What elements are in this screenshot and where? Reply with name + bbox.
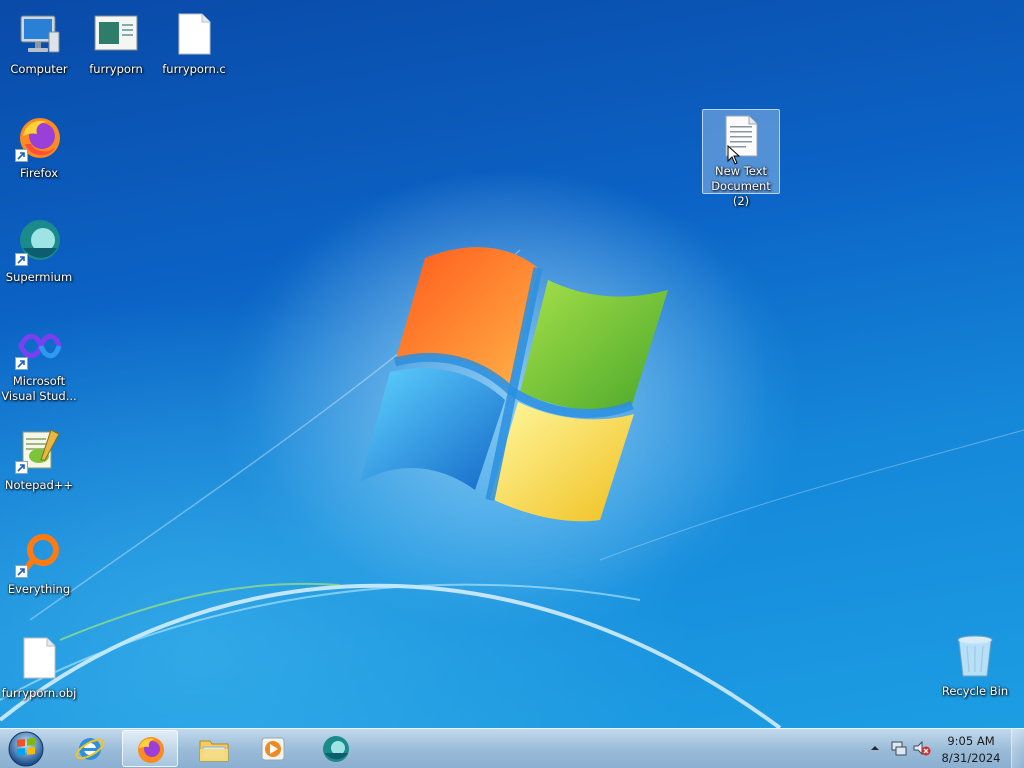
blank-file-icon [170,10,218,58]
desktop-icon-label: Everything [7,582,71,596]
desktop-icon-label: furryporn.c [162,62,226,76]
firefox-icon [15,114,63,162]
image-file-icon [92,10,140,58]
firefox-icon [138,737,164,763]
desktop-icon-label: Recycle Bin [941,684,1009,698]
computer-icon [15,10,63,58]
taskbar-media-player[interactable] [245,730,301,767]
desktop-icon-notepadpp[interactable]: Notepad++ [1,424,77,493]
taskbar-internet-explorer[interactable] [62,730,118,767]
media-player-icon [261,737,285,761]
desktop-icon-label: furryporn.obj [1,686,77,700]
notification-area: 9:05 AM 8/31/2024 [854,729,1024,768]
wallpaper-windows-logo [0,170,1024,728]
windows-start-orb-icon [8,731,44,767]
show-desktop-button[interactable] [1011,729,1024,768]
mouse-cursor-icon [727,145,741,165]
internet-explorer-icon [75,738,105,760]
volume-muted-icon[interactable] [912,739,932,757]
desktop-icon-furryporn-obj[interactable]: furryporn.obj [1,632,77,701]
desktop-icon-label: Notepad++ [4,478,74,492]
desktop-icon-furryporn[interactable]: furryporn [78,8,154,77]
everything-search-icon [15,530,63,578]
taskbar-firefox[interactable] [122,730,178,767]
supermium-icon [15,218,63,266]
taskbar-windows-explorer[interactable] [185,730,241,767]
desktop-icon-label: Microsoft Visual Stud... [1,374,77,403]
desktop-icon-label: Supermium [5,270,73,284]
desktop-icon-label: furryporn [89,62,143,76]
show-hidden-icons-chevron-icon[interactable] [870,743,880,753]
clock-time[interactable]: 9:05 AM [936,734,1006,748]
visual-studio-icon [15,322,63,370]
shortcut-arrow-icon [15,565,28,578]
shortcut-arrow-icon [15,253,28,266]
desktop[interactable]: Computer furryporn furryporn.c Firefox S… [0,0,1024,728]
desktop-icon-visual-studio[interactable]: Microsoft Visual Stud... [1,320,77,404]
desktop-icon-label: Computer [10,62,68,76]
desktop-icon-label: New Text Document (2) [711,164,771,208]
desktop-icon-everything[interactable]: Everything [1,528,77,597]
desktop-icon-supermium[interactable]: Supermium [1,216,77,285]
desktop-icon-furryporn-c[interactable]: furryporn.c [156,8,232,77]
blank-file-icon [15,634,63,682]
notepadpp-icon [15,426,63,474]
taskbar-supermium[interactable] [308,730,364,767]
supermium-icon [323,736,349,762]
taskbar: 9:05 AM 8/31/2024 [0,728,1024,768]
shortcut-arrow-icon [15,461,28,474]
desktop-icon-new-text-document[interactable]: New Text Document (2) [702,109,780,208]
clock-date[interactable]: 8/31/2024 [936,751,1006,765]
recycle-bin-icon [951,632,999,680]
network-icon[interactable] [890,739,908,757]
shortcut-arrow-icon [15,357,28,370]
text-document-icon [717,112,765,160]
desktop-icon-computer[interactable]: Computer [1,8,77,77]
start-button[interactable] [6,730,46,768]
desktop-icon-recycle-bin[interactable]: Recycle Bin [937,630,1013,699]
desktop-icon-firefox[interactable]: Firefox [1,112,77,181]
desktop-icon-label: Firefox [19,166,59,180]
folder-icon [199,740,229,762]
shortcut-arrow-icon [15,149,28,162]
